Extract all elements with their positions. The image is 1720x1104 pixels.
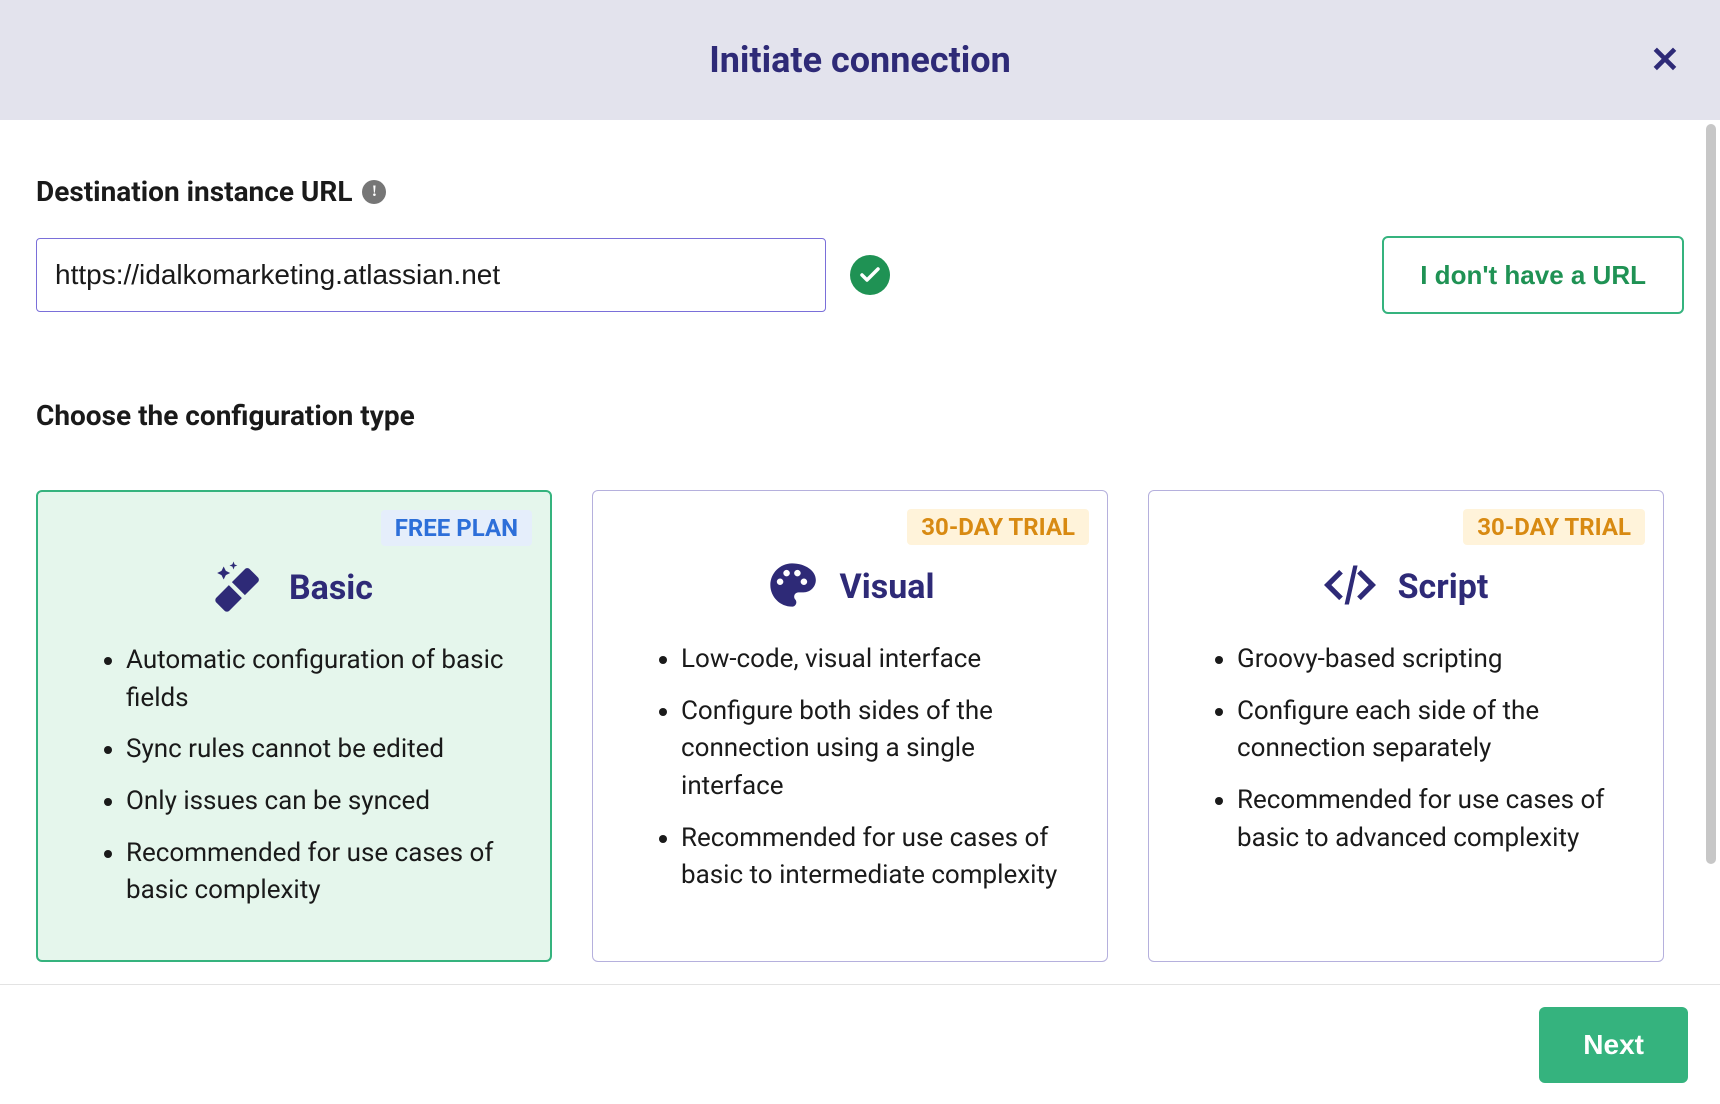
- modal-title: Initiate connection: [709, 39, 1011, 81]
- url-label-text: Destination instance URL: [36, 175, 352, 208]
- config-card-visual[interactable]: 30-DAY TRIAL Visual Low-code, visual int…: [592, 490, 1108, 962]
- list-item: Groovy-based scripting: [1237, 641, 1625, 679]
- card-header-visual: Visual: [621, 559, 1079, 615]
- url-input-row: I don't have a URL: [36, 236, 1684, 314]
- card-title-basic: Basic: [289, 568, 373, 608]
- destination-url-input[interactable]: [36, 238, 826, 312]
- card-title-script: Script: [1398, 567, 1489, 607]
- list-item: Recommended for use cases of basic to in…: [681, 820, 1069, 895]
- no-url-button[interactable]: I don't have a URL: [1382, 236, 1684, 314]
- plan-badge-trial: 30-DAY TRIAL: [1463, 509, 1645, 545]
- close-button[interactable]: ✕: [1650, 39, 1680, 81]
- next-button[interactable]: Next: [1539, 1007, 1688, 1083]
- close-icon: ✕: [1650, 39, 1680, 81]
- config-type-label: Choose the configuration type: [36, 399, 1684, 432]
- card-list-basic: Automatic configuration of basic fields …: [66, 642, 522, 910]
- card-list-visual: Low-code, visual interface Configure bot…: [621, 641, 1079, 895]
- list-item: Configure both sides of the connection u…: [681, 693, 1069, 806]
- list-item: Only issues can be synced: [126, 783, 512, 821]
- list-item: Recommended for use cases of basic compl…: [126, 835, 512, 910]
- info-icon[interactable]: !: [362, 180, 386, 204]
- list-item: Sync rules cannot be edited: [126, 731, 512, 769]
- modal-header: Initiate connection ✕: [0, 0, 1720, 120]
- config-card-script[interactable]: 30-DAY TRIAL Script Groovy-based scripti…: [1148, 490, 1664, 962]
- card-list-script: Groovy-based scripting Configure each si…: [1177, 641, 1635, 857]
- url-section-label: Destination instance URL !: [36, 175, 1684, 208]
- plan-badge-trial: 30-DAY TRIAL: [907, 509, 1089, 545]
- config-cards-row: FREE PLAN Basic Automatic configuration …: [36, 490, 1684, 962]
- scrollbar[interactable]: [1706, 124, 1716, 864]
- card-header-basic: Basic: [66, 560, 522, 616]
- modal-body: Destination instance URL ! I don't have …: [0, 120, 1720, 984]
- url-valid-icon: [850, 255, 890, 295]
- palette-icon: [766, 559, 818, 615]
- list-item: Recommended for use cases of basic to ad…: [1237, 782, 1625, 857]
- card-header-script: Script: [1177, 559, 1635, 615]
- list-item: Low-code, visual interface: [681, 641, 1069, 679]
- config-card-basic[interactable]: FREE PLAN Basic Automatic configuration …: [36, 490, 552, 962]
- list-item: Configure each side of the connection se…: [1237, 693, 1625, 768]
- code-icon: [1324, 559, 1376, 615]
- magic-wand-icon: [215, 560, 267, 616]
- list-item: Automatic configuration of basic fields: [126, 642, 512, 717]
- modal-footer: Next: [0, 984, 1720, 1104]
- card-title-visual: Visual: [840, 567, 935, 607]
- plan-badge-free: FREE PLAN: [381, 510, 532, 546]
